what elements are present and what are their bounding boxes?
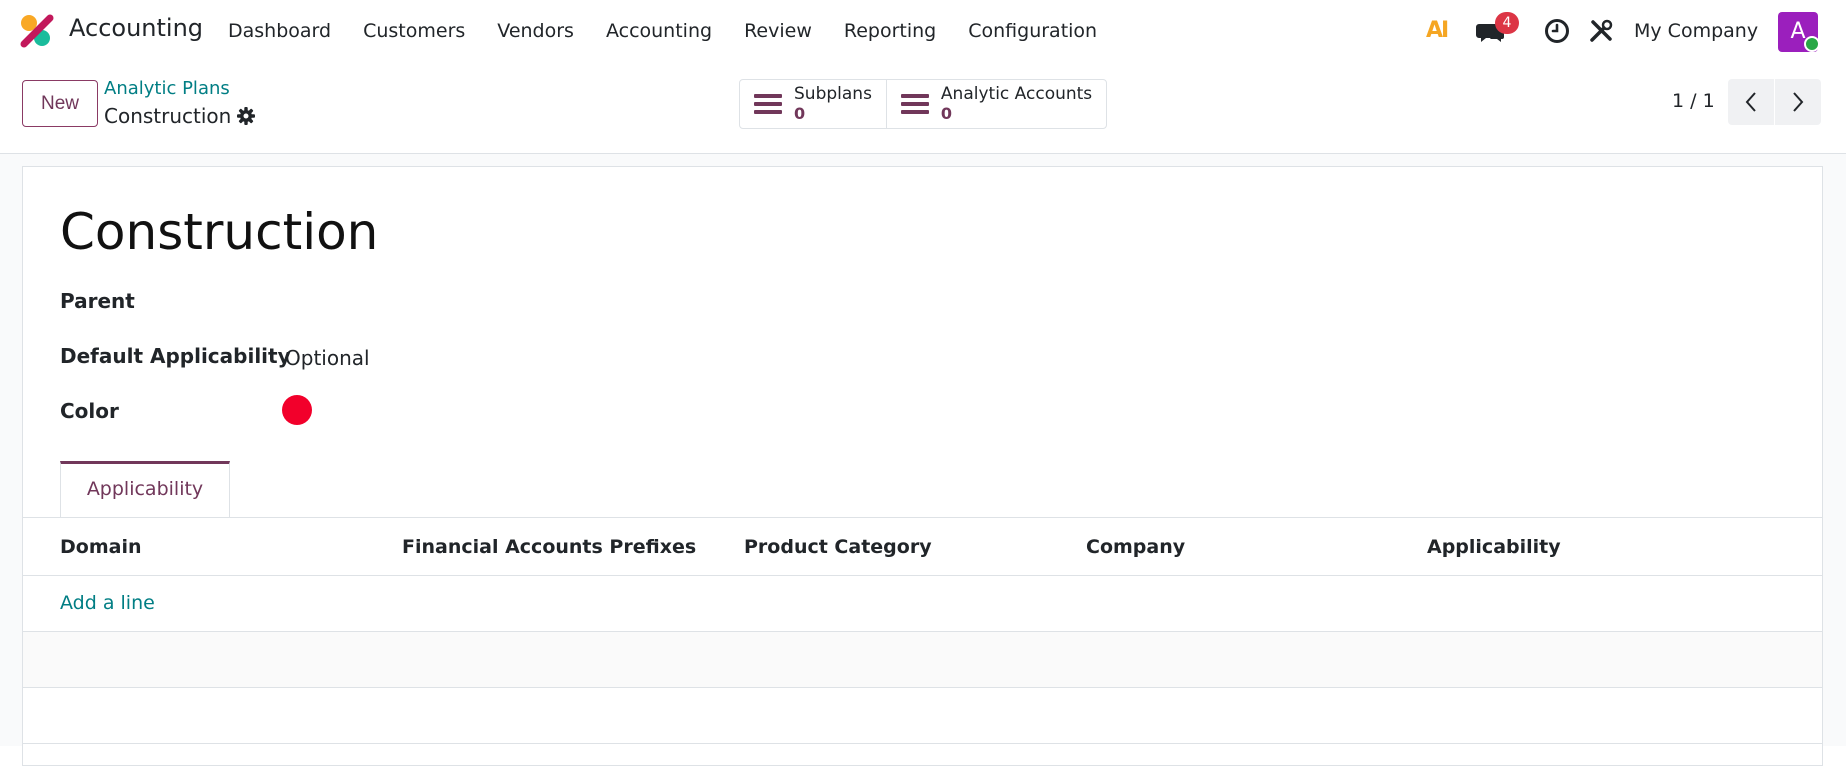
list-icon	[900, 94, 929, 114]
app-logo-icon[interactable]	[20, 14, 54, 48]
ai-icon[interactable]: AI	[1426, 18, 1449, 43]
menu-dashboard[interactable]: Dashboard	[228, 20, 331, 42]
company-switcher[interactable]: My Company	[1634, 20, 1758, 42]
record-title[interactable]: Construction	[60, 203, 378, 261]
color-picker[interactable]	[282, 395, 312, 425]
header-divider	[23, 575, 1822, 576]
chat-count-badge: 4	[1495, 12, 1519, 34]
smart-buttons: Subplans 0 Analytic Accounts 0	[739, 79, 1108, 129]
row-divider	[23, 687, 1822, 688]
column-financial-accounts-prefixes[interactable]: Financial Accounts Prefixes	[402, 536, 696, 558]
menu-review[interactable]: Review	[744, 20, 812, 42]
chevron-right-icon	[1793, 92, 1804, 112]
analytic-accounts-label: Analytic Accounts	[940, 84, 1093, 104]
main-menu: Dashboard Customers Vendors Accounting R…	[228, 20, 1129, 42]
chevron-left-icon	[1745, 92, 1756, 112]
menu-reporting[interactable]: Reporting	[844, 20, 936, 42]
app-name[interactable]: Accounting	[69, 14, 203, 42]
form-sheet: Construction Parent Default Applicabilit…	[22, 166, 1823, 766]
default-applicability-label: Default Applicability	[60, 344, 291, 368]
menu-configuration[interactable]: Configuration	[968, 20, 1097, 42]
pager-next-button[interactable]	[1775, 79, 1821, 125]
list-icon	[754, 94, 782, 114]
breadcrumb-current: Construction	[104, 104, 232, 128]
gear-icon[interactable]	[236, 106, 256, 126]
row-divider	[23, 743, 1822, 744]
column-domain[interactable]: Domain	[60, 536, 141, 558]
column-product-category[interactable]: Product Category	[744, 536, 932, 558]
subplans-label: Subplans	[794, 84, 872, 104]
pager-value: 1 / 1	[1672, 90, 1715, 112]
clock-icon[interactable]	[1544, 18, 1570, 44]
analytic-accounts-count: 0	[940, 104, 953, 123]
pager-previous-button[interactable]	[1728, 79, 1774, 125]
menu-accounting[interactable]: Accounting	[606, 20, 712, 42]
column-company[interactable]: Company	[1086, 536, 1185, 558]
tools-icon[interactable]	[1588, 18, 1614, 44]
breadcrumb-analytic-plans[interactable]: Analytic Plans	[104, 78, 230, 99]
subplans-count: 0	[794, 104, 806, 123]
tab-divider	[23, 517, 1822, 518]
add-line-link[interactable]: Add a line	[60, 592, 155, 614]
menu-customers[interactable]: Customers	[363, 20, 465, 42]
parent-label: Parent	[60, 289, 135, 313]
control-panel: New Analytic Plans Construction Subplans	[0, 63, 1846, 154]
color-label: Color	[60, 399, 119, 423]
menu-vendors[interactable]: Vendors	[497, 20, 574, 42]
tab-applicability[interactable]: Applicability	[60, 461, 230, 517]
new-button[interactable]: New	[22, 80, 98, 127]
top-navbar: Accounting Dashboard Customers Vendors A…	[0, 0, 1846, 63]
online-status-dot	[1804, 36, 1820, 52]
column-applicability[interactable]: Applicability	[1427, 536, 1561, 558]
empty-row	[23, 632, 1822, 688]
subplans-button[interactable]: Subplans 0	[740, 80, 886, 128]
analytic-accounts-button[interactable]: Analytic Accounts 0	[885, 80, 1106, 128]
default-applicability-value[interactable]: Optional	[285, 346, 370, 370]
